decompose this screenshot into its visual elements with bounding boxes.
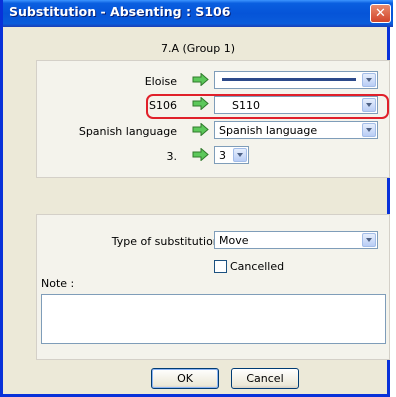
substitution-type-select[interactable]: Move	[214, 231, 378, 249]
chevron-down-icon[interactable]	[362, 233, 376, 247]
substitution-type-value: Move	[219, 234, 249, 247]
chevron-down-icon[interactable]	[362, 73, 376, 87]
note-textarea[interactable]	[41, 294, 386, 344]
cancelled-checkbox[interactable]	[214, 260, 227, 273]
dialog-window: Substitution - Absenting : S106 ✕ 7.A (G…	[0, 0, 393, 397]
subject-select[interactable]: Spanish language	[214, 121, 378, 139]
period-select[interactable]: 3	[214, 146, 249, 164]
period-label: 3.	[166, 150, 178, 163]
green-right-arrow-icon	[192, 123, 209, 136]
cancel-button[interactable]: Cancel	[231, 368, 299, 389]
chevron-down-icon[interactable]	[233, 148, 247, 162]
note-label: Note :	[41, 277, 75, 290]
green-right-arrow-icon	[192, 148, 209, 161]
green-right-arrow-icon	[192, 73, 209, 86]
subject-label: Spanish language	[78, 125, 177, 138]
subject-select-value: Spanish language	[219, 124, 318, 137]
room-select-value: S110	[232, 99, 260, 112]
close-button[interactable]: ✕	[370, 4, 391, 23]
substitution-type-label: Type of substitution :	[111, 235, 227, 248]
group-caption: 7.A (Group 1)	[160, 42, 236, 55]
window-title: Substitution - Absenting : S106	[9, 4, 231, 19]
teacher-select[interactable]	[214, 71, 378, 89]
room-select[interactable]: S110	[214, 96, 378, 114]
period-select-value: 3	[219, 149, 226, 162]
chevron-down-icon[interactable]	[362, 98, 376, 112]
teacher-select-value-bar	[222, 78, 356, 81]
teacher-label: Eloise	[144, 75, 177, 88]
ok-button[interactable]: OK	[151, 368, 219, 389]
close-icon: ✕	[375, 6, 386, 21]
room-label: S106	[149, 99, 177, 112]
title-bar[interactable]: Substitution - Absenting : S106 ✕	[3, 0, 393, 27]
chevron-down-icon[interactable]	[362, 123, 376, 137]
green-right-arrow-icon	[192, 97, 209, 110]
cancelled-label[interactable]: Cancelled	[230, 260, 284, 273]
